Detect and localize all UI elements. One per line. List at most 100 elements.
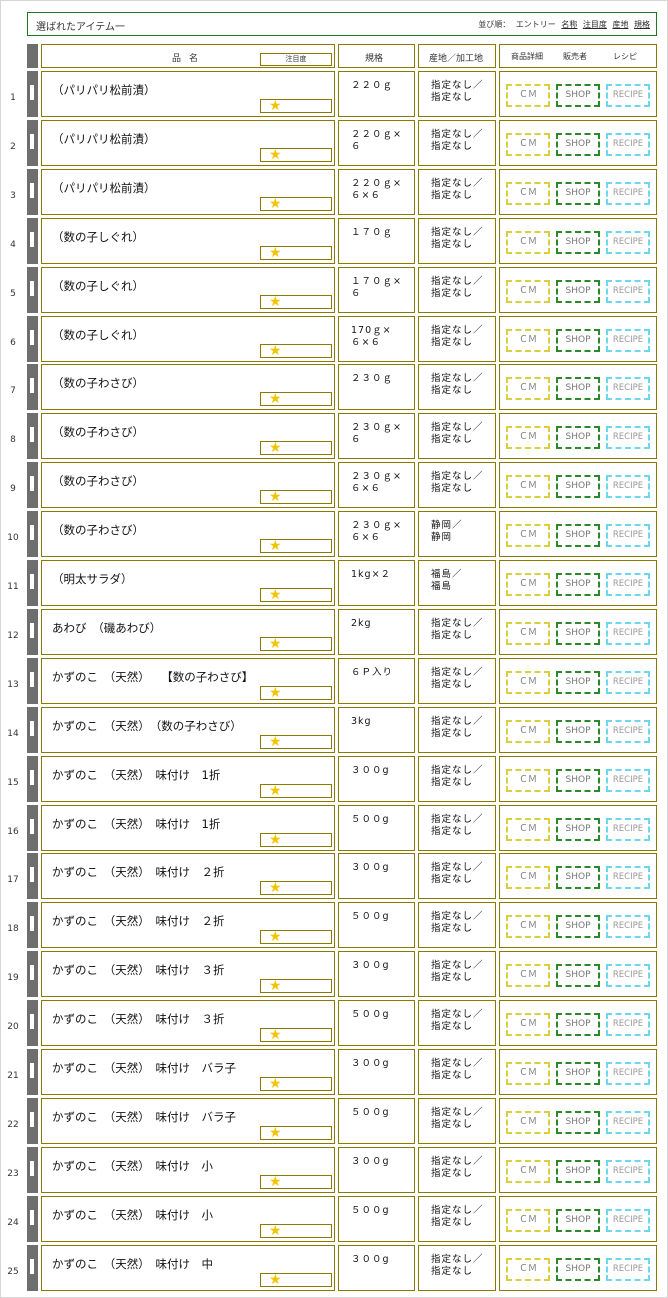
item-name[interactable]: （パリパリ松前漬） bbox=[52, 180, 156, 196]
attention-rating[interactable]: ★ bbox=[260, 1272, 332, 1287]
recipe-button[interactable]: RECIPE bbox=[606, 328, 650, 352]
shop-button[interactable]: SHOP bbox=[556, 524, 600, 548]
cm-button[interactable]: ＣＭ bbox=[506, 426, 550, 450]
attention-rating[interactable]: ★ bbox=[260, 1077, 332, 1091]
item-name[interactable]: （数の子わさび） bbox=[52, 375, 144, 391]
shop-button[interactable]: SHOP bbox=[556, 132, 600, 156]
item-name[interactable]: （数の子しぐれ） bbox=[52, 327, 144, 343]
recipe-button[interactable]: RECIPE bbox=[606, 719, 650, 743]
recipe-button[interactable]: RECIPE bbox=[606, 670, 650, 694]
cm-button[interactable]: ＣＭ bbox=[506, 132, 550, 156]
recipe-button[interactable]: RECIPE bbox=[606, 621, 650, 645]
shop-button[interactable]: SHOP bbox=[556, 377, 600, 401]
cm-button[interactable]: ＣＭ bbox=[506, 328, 550, 352]
attention-rating[interactable]: ★ bbox=[260, 1174, 332, 1189]
item-name[interactable]: かずのこ （天然） 味付け バラ子 bbox=[52, 1109, 236, 1125]
cm-button[interactable]: ＣＭ bbox=[506, 1013, 550, 1037]
item-name[interactable]: （明太サラダ） bbox=[52, 571, 133, 587]
item-name[interactable]: かずのこ （天然） 味付け バラ子 bbox=[52, 1060, 236, 1076]
shop-button[interactable]: SHOP bbox=[556, 768, 600, 792]
attention-rating[interactable]: ★ bbox=[260, 196, 332, 211]
row-handle[interactable] bbox=[27, 706, 38, 753]
row-handle[interactable] bbox=[27, 657, 38, 704]
recipe-button[interactable]: RECIPE bbox=[606, 1110, 650, 1134]
recipe-button[interactable]: RECIPE bbox=[606, 377, 650, 401]
recipe-button[interactable]: RECIPE bbox=[606, 279, 650, 303]
attention-rating[interactable]: ★ bbox=[260, 343, 332, 358]
attention-rating[interactable]: ★ bbox=[260, 1125, 332, 1140]
recipe-button[interactable]: RECIPE bbox=[606, 817, 650, 841]
row-handle[interactable] bbox=[27, 462, 38, 509]
shop-button[interactable]: SHOP bbox=[556, 328, 600, 352]
item-name[interactable]: （数の子わさび） bbox=[52, 473, 144, 489]
row-handle[interactable] bbox=[27, 951, 38, 998]
cm-button[interactable]: ＣＭ bbox=[506, 817, 550, 841]
sort-spec-link[interactable]: 規格 bbox=[634, 20, 650, 29]
row-handle[interactable] bbox=[27, 71, 38, 117]
item-name[interactable]: （パリパリ松前漬） bbox=[52, 82, 156, 98]
attention-rating[interactable]: ★ bbox=[260, 881, 332, 896]
attention-rating[interactable]: ★ bbox=[260, 930, 332, 945]
recipe-button[interactable]: RECIPE bbox=[606, 1062, 650, 1085]
shop-button[interactable]: SHOP bbox=[556, 230, 600, 254]
recipe-button[interactable]: RECIPE bbox=[606, 230, 650, 254]
shop-button[interactable]: SHOP bbox=[556, 964, 600, 988]
shop-button[interactable]: SHOP bbox=[556, 1110, 600, 1134]
shop-button[interactable]: SHOP bbox=[556, 1208, 600, 1232]
attention-rating[interactable]: ★ bbox=[260, 539, 332, 554]
recipe-button[interactable]: RECIPE bbox=[606, 768, 650, 792]
row-handle[interactable] bbox=[27, 1195, 38, 1242]
item-name[interactable]: かずのこ （天然） 味付け 中 bbox=[52, 1256, 213, 1272]
shop-button[interactable]: SHOP bbox=[556, 475, 600, 499]
attention-rating[interactable]: ★ bbox=[260, 147, 332, 162]
sort-entry-link[interactable]: エントリー bbox=[516, 20, 556, 29]
recipe-button[interactable]: RECIPE bbox=[606, 915, 650, 939]
recipe-button[interactable]: RECIPE bbox=[606, 426, 650, 450]
cm-button[interactable]: ＣＭ bbox=[506, 1110, 550, 1134]
row-handle[interactable] bbox=[27, 119, 38, 166]
attention-rating[interactable]: ★ bbox=[260, 636, 332, 651]
sort-origin-link[interactable]: 産地 bbox=[612, 20, 628, 29]
cm-button[interactable]: ＣＭ bbox=[506, 84, 550, 107]
attention-rating[interactable]: ★ bbox=[260, 99, 332, 113]
item-name[interactable]: （数の子わさび） bbox=[52, 424, 144, 440]
recipe-button[interactable]: RECIPE bbox=[606, 573, 650, 596]
attention-rating[interactable]: ★ bbox=[260, 490, 332, 505]
cm-button[interactable]: ＣＭ bbox=[506, 475, 550, 499]
row-handle[interactable] bbox=[27, 1000, 38, 1047]
item-name[interactable]: （パリパリ松前漬） bbox=[52, 131, 156, 147]
cm-button[interactable]: ＣＭ bbox=[506, 279, 550, 303]
attention-rating[interactable]: ★ bbox=[260, 294, 332, 309]
shop-button[interactable]: SHOP bbox=[556, 621, 600, 645]
item-name[interactable]: かずのこ （天然） 味付け ２折 bbox=[52, 913, 225, 929]
row-handle[interactable] bbox=[27, 804, 38, 851]
recipe-button[interactable]: RECIPE bbox=[606, 132, 650, 156]
item-name[interactable]: かずのこ （天然） 味付け 小 bbox=[52, 1207, 213, 1223]
attention-rating[interactable]: ★ bbox=[260, 441, 332, 456]
row-handle[interactable] bbox=[27, 217, 38, 264]
item-name[interactable]: かずのこ （天然） 味付け 1折 bbox=[52, 767, 220, 783]
shop-button[interactable]: SHOP bbox=[556, 1257, 600, 1281]
cm-button[interactable]: ＣＭ bbox=[506, 524, 550, 548]
recipe-button[interactable]: RECIPE bbox=[606, 1013, 650, 1037]
shop-button[interactable]: SHOP bbox=[556, 279, 600, 303]
row-handle[interactable] bbox=[27, 168, 38, 215]
row-handle[interactable] bbox=[27, 1097, 38, 1144]
attention-rating[interactable]: ★ bbox=[260, 832, 332, 847]
item-name[interactable]: （数の子しぐれ） bbox=[52, 229, 144, 245]
shop-button[interactable]: SHOP bbox=[556, 84, 600, 107]
row-handle[interactable] bbox=[27, 608, 38, 655]
attention-rating[interactable]: ★ bbox=[260, 392, 332, 407]
cm-button[interactable]: ＣＭ bbox=[506, 1062, 550, 1085]
row-handle[interactable] bbox=[27, 1049, 38, 1095]
item-name[interactable]: かずのこ （天然） 味付け ２折 bbox=[52, 864, 225, 880]
recipe-button[interactable]: RECIPE bbox=[606, 181, 650, 205]
shop-button[interactable]: SHOP bbox=[556, 426, 600, 450]
cm-button[interactable]: ＣＭ bbox=[506, 1159, 550, 1183]
attention-rating[interactable]: ★ bbox=[260, 734, 332, 749]
shop-button[interactable]: SHOP bbox=[556, 817, 600, 841]
sort-attention-link[interactable]: 注目度 bbox=[583, 20, 607, 29]
row-handle[interactable] bbox=[27, 902, 38, 949]
row-handle[interactable] bbox=[27, 315, 38, 362]
attention-rating[interactable]: ★ bbox=[260, 245, 332, 260]
